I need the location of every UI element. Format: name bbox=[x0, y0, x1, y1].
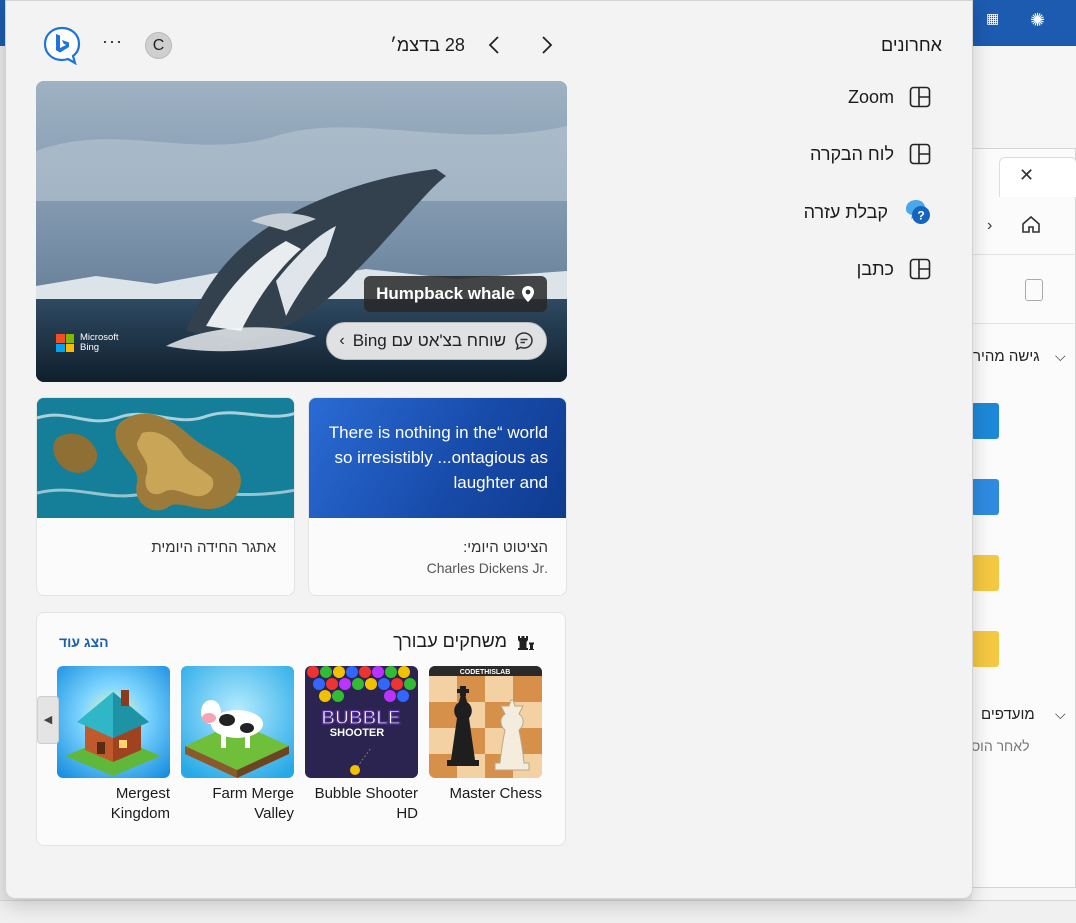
game-name: Master Chess bbox=[449, 785, 542, 802]
chess-brand-label: CODETHISLAB bbox=[460, 669, 511, 676]
chevron-down-icon[interactable]: ⌵ bbox=[1055, 706, 1066, 723]
chevron-right-icon[interactable]: › bbox=[987, 217, 992, 235]
daily-quote-card[interactable]: There is nothing in the“ world so irresi… bbox=[308, 397, 567, 596]
bubble-logo-text: SHOOTER bbox=[330, 727, 384, 739]
recent-item-label: קבלת עזרה bbox=[803, 201, 888, 222]
bubble-logo-text: BUBBLE bbox=[321, 708, 400, 729]
bubble-shooter-thumbnail: BUBBLE SHOOTER bbox=[305, 666, 418, 778]
chat-with-bing-button[interactable]: ‹ שוחח בצ'אט עם Bing bbox=[326, 322, 547, 360]
chat-bubble-icon bbox=[515, 332, 533, 351]
location-label: Humpback whale bbox=[376, 284, 515, 303]
recent-item-zoom[interactable]: Zoom bbox=[732, 81, 932, 113]
games-title: משחקים עבורך bbox=[393, 631, 507, 651]
bing-logo-icon[interactable] bbox=[42, 25, 82, 65]
recent-item-wordpad[interactable]: כתבן bbox=[732, 253, 932, 285]
widget-board-icon bbox=[909, 258, 931, 280]
game-name: Mergest Kingdom bbox=[110, 785, 170, 822]
avatar[interactable]: C bbox=[145, 32, 172, 59]
folder-pictures-icon[interactable] bbox=[971, 479, 999, 515]
microsoft-logo-icon bbox=[56, 334, 74, 352]
folder-desktop-icon[interactable] bbox=[971, 403, 999, 439]
quote-text: There is nothing in the“ world so irresi… bbox=[328, 423, 548, 492]
folder-icon[interactable] bbox=[971, 631, 999, 667]
quote-author: .Charles Dickens Jr bbox=[426, 560, 548, 576]
farm-merge-valley-thumbnail bbox=[181, 666, 294, 778]
section-quick-access[interactable]: גישה מהיר bbox=[973, 348, 1040, 365]
recent-item-label: Zoom bbox=[847, 86, 894, 107]
show-more-link[interactable]: הצג עוד bbox=[59, 634, 109, 650]
game-name: Bubble Shooter HD bbox=[314, 785, 418, 822]
daily-puzzle-card[interactable]: אתגר החידה היומית bbox=[36, 397, 295, 596]
master-chess-thumbnail: CODETHISLAB bbox=[429, 666, 542, 778]
location-badge[interactable]: Humpback whale bbox=[364, 276, 547, 312]
widgets-panel: ··· C 28 בדצמ׳ אחרונים Zoom לוח הבקרה ? … bbox=[5, 0, 973, 899]
microsoft-bing-logo: Microsoft Bing bbox=[56, 333, 119, 353]
recent-title: אחרונים bbox=[881, 35, 942, 55]
globe-icon: ✺ bbox=[1030, 10, 1046, 30]
chess-rook-icon bbox=[518, 635, 534, 650]
puzzle-photo bbox=[37, 398, 294, 518]
home-icon[interactable] bbox=[1021, 215, 1041, 233]
mergest-kingdom-thumbnail bbox=[57, 666, 170, 778]
games-title-row: משחקים עבורך bbox=[393, 631, 535, 652]
chevron-right-icon[interactable] bbox=[535, 33, 557, 57]
divider bbox=[971, 254, 1076, 255]
card-title: הציטוט היומי: bbox=[463, 539, 548, 556]
brand-line: Bing bbox=[80, 342, 100, 353]
widget-board-icon bbox=[909, 86, 931, 108]
games-card: משחקים עבורך הצג עוד CODETHISLAB Master … bbox=[36, 612, 566, 846]
favorites-hint: לאחר הוס bbox=[971, 738, 1030, 754]
chat-label: שוחח בצ'אט עם Bing bbox=[352, 331, 506, 350]
game-tile-master-chess[interactable]: CODETHISLAB Master Chess bbox=[429, 666, 542, 804]
widget-board-icon bbox=[909, 143, 931, 165]
explorer-tab[interactable] bbox=[999, 157, 1076, 197]
chevron-left-icon[interactable] bbox=[484, 33, 506, 57]
copy-icon[interactable] bbox=[1025, 279, 1043, 301]
section-favorites[interactable]: מועדפים bbox=[981, 706, 1035, 723]
game-tile-bubble-shooter[interactable]: BUBBLE SHOOTER Bubble Shooter HD bbox=[305, 666, 418, 824]
recent-item-control-panel[interactable]: לוח הבקרה bbox=[732, 138, 932, 170]
background-status-bar bbox=[0, 900, 1076, 923]
get-help-icon: ? bbox=[906, 200, 930, 224]
bing-image-card[interactable]: Humpback whale ‹ שוחח בצ'אט עם Bing Micr… bbox=[36, 81, 567, 382]
svg-text:?: ? bbox=[917, 209, 924, 223]
map-pin-icon bbox=[522, 286, 534, 302]
divider bbox=[971, 323, 1076, 324]
close-icon[interactable]: ✕ bbox=[1019, 165, 1034, 186]
chevron-down-icon[interactable]: ⌵ bbox=[1055, 348, 1066, 365]
card-title: אתגר החידה היומית bbox=[151, 539, 276, 556]
chevron-left-icon: ‹ bbox=[339, 332, 345, 349]
recent-item-label: לוח הבקרה bbox=[810, 143, 894, 164]
game-tile-farm-merge-valley[interactable]: Farm Merge Valley bbox=[181, 666, 294, 824]
more-options-button[interactable]: ··· bbox=[102, 31, 123, 52]
scroll-left-button[interactable]: ◀ bbox=[37, 696, 59, 744]
date-label: 28 בדצמ׳ bbox=[390, 35, 465, 55]
grid-icon: ▦ bbox=[986, 10, 1000, 26]
folder-icon[interactable] bbox=[971, 555, 999, 591]
recent-item-get-help[interactable]: ? קבלת עזרה bbox=[732, 196, 932, 228]
recent-item-label: כתבן bbox=[856, 258, 894, 279]
game-tile-mergest-kingdom[interactable]: Mergest Kingdom bbox=[57, 666, 170, 824]
game-name: Farm Merge Valley bbox=[212, 785, 294, 822]
